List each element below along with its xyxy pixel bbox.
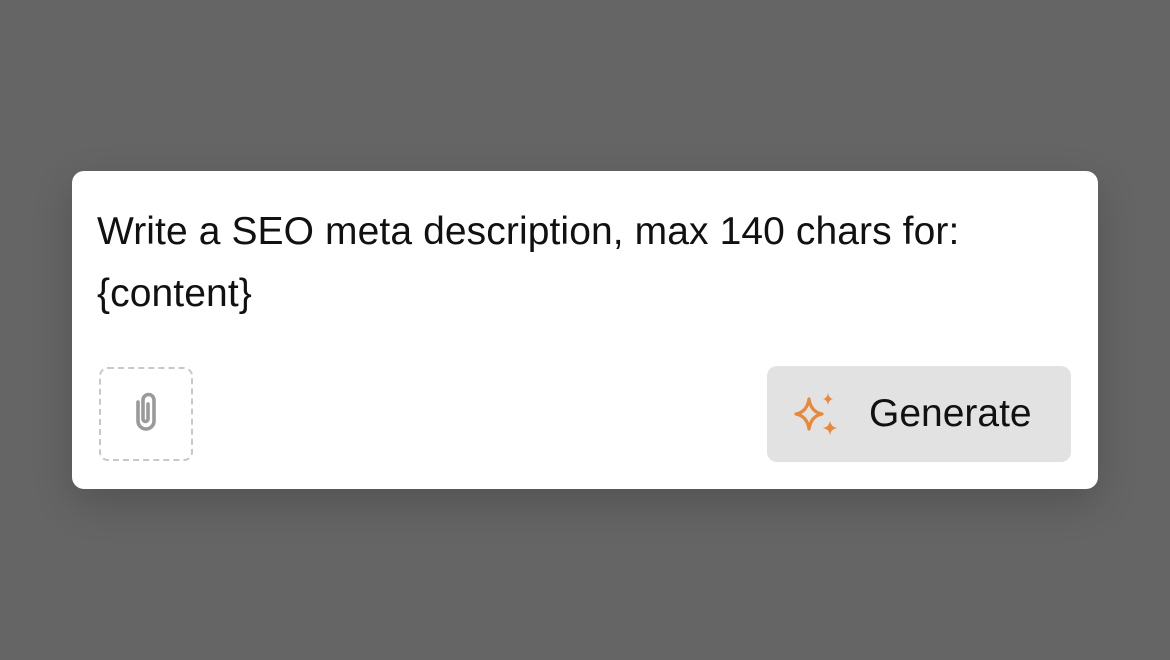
prompt-card: Write a SEO meta description, max 140 ch…	[72, 171, 1098, 489]
prompt-text[interactable]: Write a SEO meta description, max 140 ch…	[97, 201, 1072, 325]
generate-button[interactable]: Generate	[767, 366, 1071, 462]
paperclip-icon	[124, 388, 168, 441]
attach-button[interactable]	[99, 367, 193, 461]
sparkle-icon	[791, 390, 843, 438]
generate-label: Generate	[869, 392, 1032, 435]
